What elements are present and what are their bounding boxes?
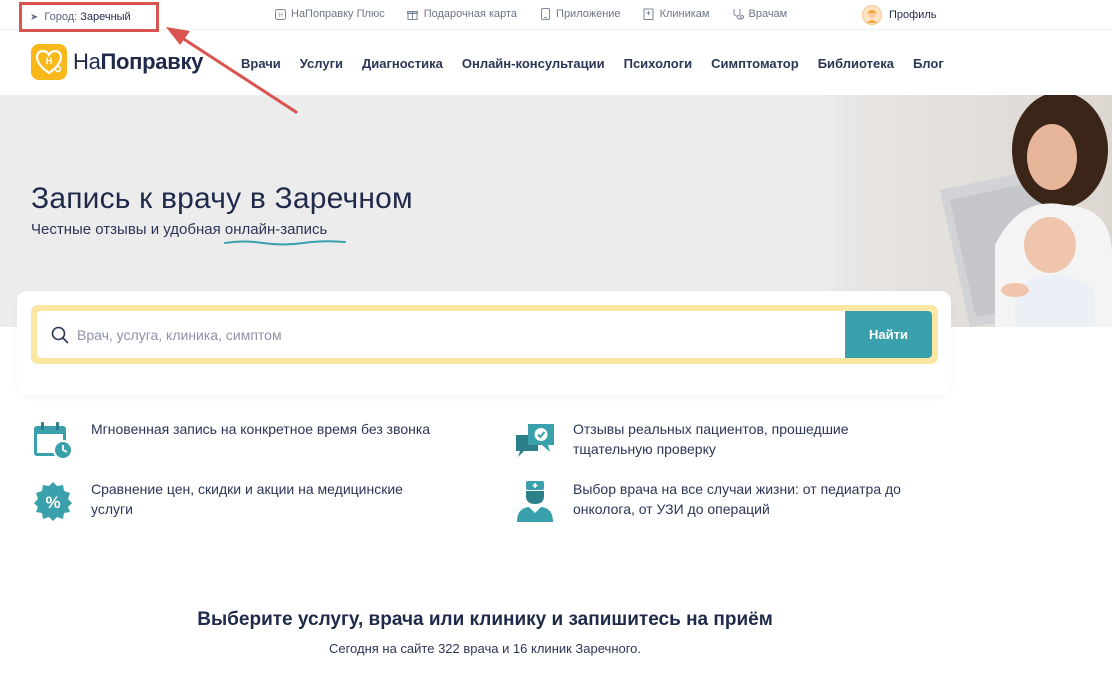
top-links: Н НаПоправку Плюс Подарочная карта Прило…	[274, 0, 809, 28]
gift-icon	[407, 8, 419, 20]
search-button[interactable]: Найти	[845, 311, 932, 358]
top-link-label: НаПоправку Плюс	[291, 8, 385, 20]
wavy-underline	[223, 240, 346, 246]
calendar-clock-icon	[31, 419, 75, 463]
top-link-label: Приложение	[556, 8, 621, 20]
search-frame: Найти	[31, 305, 938, 364]
logo-text: НаПоправку	[73, 49, 204, 74]
doctor-icon	[513, 479, 557, 523]
search-card: Найти	[17, 291, 951, 395]
nav-item-blog[interactable]: Блог	[913, 56, 944, 71]
stethoscope-icon	[732, 8, 744, 20]
top-link-label: Клиникам	[659, 8, 710, 20]
svg-text:Н: Н	[46, 56, 53, 66]
top-link-gift-card[interactable]: Подарочная карта	[407, 8, 517, 20]
plus-card-icon: Н	[274, 8, 286, 20]
svg-text:%: %	[45, 493, 60, 512]
top-link-app[interactable]: Приложение	[539, 8, 621, 20]
nav-item-library[interactable]: Библиотека	[818, 56, 894, 71]
hero-subtitle: Честные отзывы и удобная онлайн-запись	[31, 221, 346, 246]
profile-link[interactable]: Профиль	[862, 3, 937, 27]
feature-text: Выбор врача на все случаи жизни: от педи…	[573, 481, 901, 517]
city-label: Город:	[44, 11, 78, 23]
search-icon	[51, 326, 69, 343]
logo-heart-icon: Н	[31, 44, 67, 80]
top-link-clinics[interactable]: Клиникам	[643, 8, 710, 20]
avatar	[862, 5, 882, 25]
nav-item-services[interactable]: Услуги	[300, 56, 343, 71]
section-subtitle: Сегодня на сайте 322 врача и 16 клиник З…	[328, 641, 642, 656]
nav-item-symptom-checker[interactable]: Симптоматор	[711, 56, 799, 71]
city-selector[interactable]: ➤ Город: Заречный	[19, 2, 159, 32]
nav-item-online-consultations[interactable]: Онлайн-консультации	[462, 56, 605, 71]
nav-item-doctors[interactable]: Врачи	[241, 56, 281, 71]
feature-instant-booking: Мгновенная запись на конкретное время бе…	[31, 419, 441, 463]
location-arrow-icon: ➤	[30, 11, 39, 23]
feature-doctor-choice: Выбор врача на все случаи жизни: от педи…	[513, 479, 923, 523]
profile-label: Профиль	[889, 9, 937, 21]
feature-verified-reviews: Отзывы реальных пациентов, прошедшие тща…	[513, 419, 923, 463]
search-box: Найти	[37, 311, 932, 358]
feature-text: Мгновенная запись на конкретное время бе…	[91, 421, 431, 437]
nav-item-diagnostics[interactable]: Диагностика	[362, 56, 443, 71]
site-header: Н НаПоправку Врачи Услуги Диагностика Он…	[0, 31, 1112, 95]
top-utility-bar: ➤ Город: Заречный Н НаПоправку Плюс Пода…	[0, 0, 1112, 32]
top-link-plus[interactable]: Н НаПоправку Плюс	[274, 8, 385, 20]
hero-title: Запись к врачу в Заречном	[31, 182, 413, 215]
feature-text: Сравнение цен, скидки и акции на медицин…	[91, 481, 403, 517]
top-link-doctors[interactable]: Врачам	[732, 8, 788, 20]
feature-price-comparison: % Сравнение цен, скидки и акции на медиц…	[31, 479, 441, 523]
search-input[interactable]	[77, 326, 837, 343]
hero-highlight: онлайн-запись	[223, 221, 346, 246]
city-name: Заречный	[80, 11, 131, 23]
top-link-label: Врачам	[748, 8, 788, 20]
review-check-icon	[513, 419, 557, 463]
building-icon	[643, 8, 655, 20]
section-title: Выберите услугу, врача или клинику и зап…	[197, 609, 773, 630]
percent-badge-icon: %	[31, 479, 75, 523]
nav-item-psychologists[interactable]: Психологи	[624, 56, 693, 71]
site-logo[interactable]: Н НаПоправку	[31, 44, 203, 80]
svg-text:Н: Н	[278, 13, 282, 19]
phone-icon	[539, 8, 551, 20]
top-link-label: Подарочная карта	[423, 8, 518, 20]
main-nav: Врачи Услуги Диагностика Онлайн-консульт…	[241, 31, 963, 95]
feature-text: Отзывы реальных пациентов, прошедшие тща…	[573, 421, 849, 457]
